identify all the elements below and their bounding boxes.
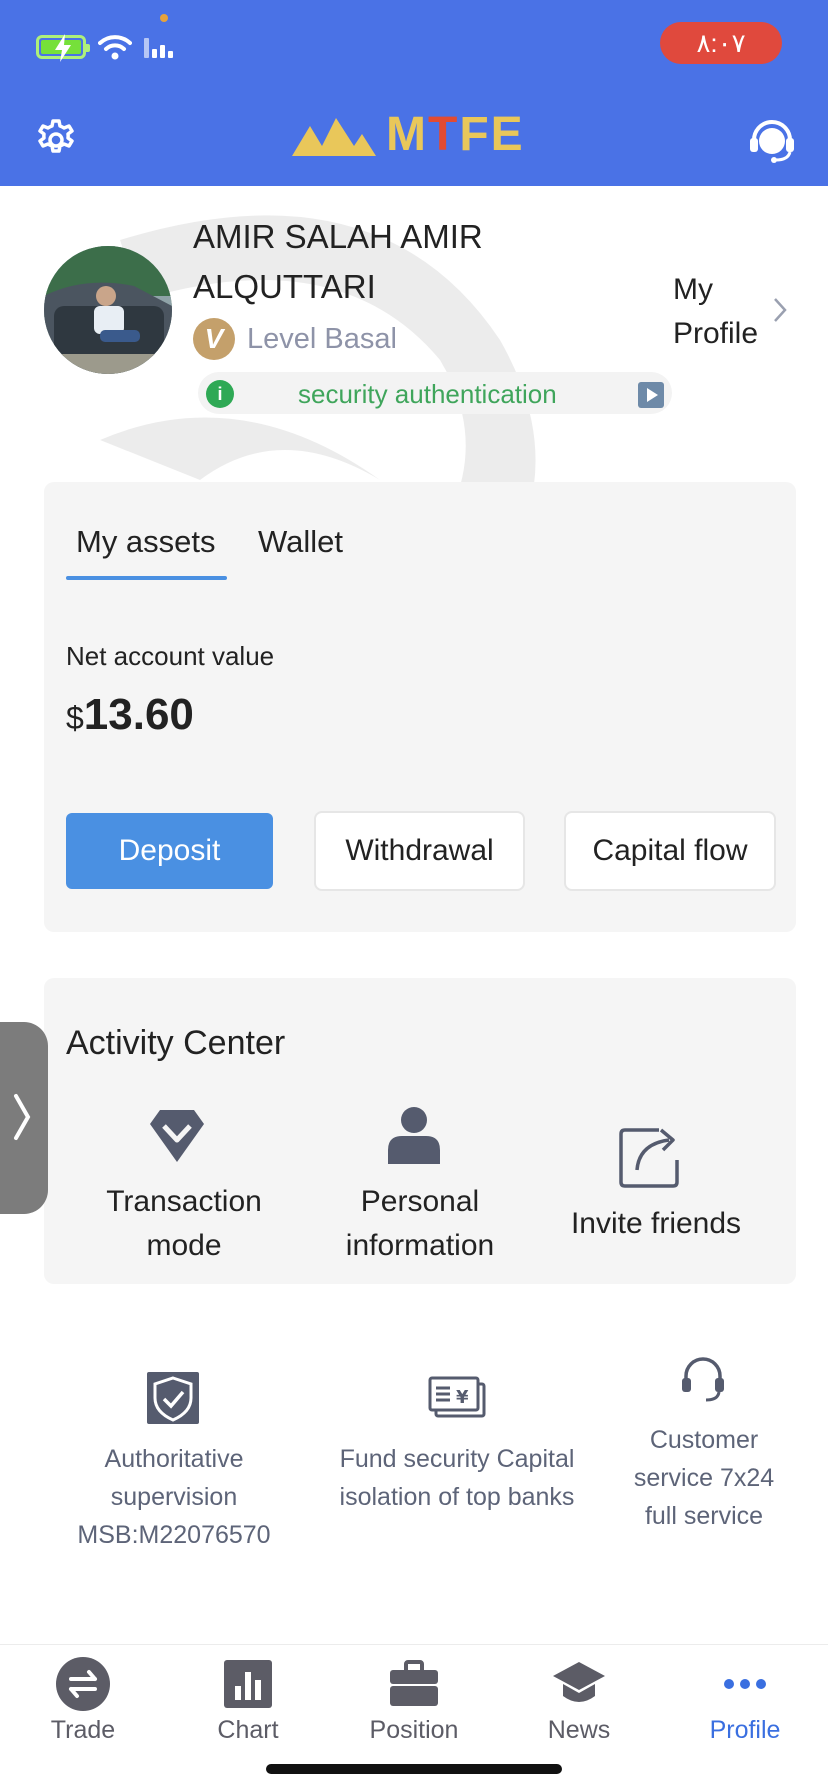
wifi-icon: [98, 35, 132, 60]
info-icon: i: [206, 380, 234, 408]
briefcase-icon: [390, 1660, 438, 1706]
battery-icon: [36, 34, 90, 62]
authoritative-supervision-text: Authoritative supervision MSB:M22076570: [77, 1445, 271, 1549]
tab-wallet[interactable]: Wallet: [258, 524, 343, 560]
nav-profile[interactable]: Profile: [675, 1656, 815, 1745]
deposit-button[interactable]: Deposit: [66, 813, 273, 889]
diamond-icon[interactable]: [148, 1108, 206, 1164]
graduation-cap-icon: [553, 1662, 605, 1702]
nav-news-label: News: [547, 1716, 611, 1744]
nav-news[interactable]: News: [509, 1656, 649, 1745]
logo-text: MTFE: [386, 107, 525, 161]
net-account-value: $13.60: [66, 690, 194, 739]
personal-information-item[interactable]: Personal information: [320, 1180, 520, 1268]
person-icon[interactable]: [386, 1106, 442, 1164]
invite-friends-item[interactable]: Invite friends: [556, 1202, 756, 1246]
chevron-right-icon[interactable]: [12, 1092, 32, 1142]
user-level: V Level Basal: [193, 318, 397, 360]
app-logo: MTFE: [292, 107, 525, 161]
level-badge-icon: V: [193, 318, 235, 360]
nav-chart-label: Chart: [217, 1716, 279, 1744]
trade-icon: [56, 1657, 110, 1711]
chart-icon: [224, 1660, 272, 1708]
transaction-mode-item[interactable]: Transaction mode: [86, 1180, 282, 1268]
bank-card-icon: ¥: [428, 1376, 486, 1418]
chevron-right-icon[interactable]: [772, 296, 788, 324]
svg-text:¥: ¥: [456, 1387, 469, 1408]
fund-security-text: Fund security Capital isolation of top b…: [339, 1445, 575, 1511]
capital-flow-button[interactable]: Capital flow: [566, 813, 774, 889]
user-name: AMIR SALAH AMIR ALQUTTARI: [193, 218, 483, 305]
home-indicator[interactable]: [266, 1764, 562, 1774]
nav-trade-label: Trade: [50, 1716, 116, 1744]
share-icon[interactable]: [619, 1126, 683, 1188]
avatar[interactable]: [44, 246, 172, 374]
customer-service-text: Customer service 7x24 full service: [633, 1426, 775, 1530]
status-time: ٨:٠٧: [660, 22, 782, 64]
play-icon[interactable]: [638, 382, 664, 408]
camera-indicator: [160, 14, 168, 22]
more-dots-icon: [724, 1679, 766, 1689]
activity-center-title: Activity Center: [66, 1024, 286, 1062]
headset-icon[interactable]: [680, 1356, 726, 1404]
customer-support-icon[interactable]: [746, 114, 798, 164]
withdrawal-button[interactable]: Withdrawal: [316, 813, 523, 889]
nav-position[interactable]: Position: [344, 1656, 484, 1745]
shield-check-icon: [147, 1372, 199, 1424]
my-profile-link[interactable]: My Profile: [673, 268, 769, 356]
settings-gear-icon[interactable]: [34, 118, 78, 162]
level-label: Level Basal: [247, 322, 397, 355]
nav-trade[interactable]: Trade: [13, 1656, 153, 1745]
status-bar-left: [36, 34, 173, 62]
tab-my-assets[interactable]: My assets: [76, 524, 216, 560]
logo-mark-icon: [292, 118, 376, 156]
security-authentication-text: security authentication: [298, 379, 557, 409]
net-account-value-label: Net account value: [66, 641, 275, 671]
nav-chart[interactable]: Chart: [178, 1656, 318, 1745]
cellular-signal-icon: [144, 36, 173, 58]
tab-active-indicator: [66, 576, 227, 580]
nav-position-label: Position: [369, 1716, 459, 1744]
nav-profile-label: Profile: [709, 1716, 781, 1744]
